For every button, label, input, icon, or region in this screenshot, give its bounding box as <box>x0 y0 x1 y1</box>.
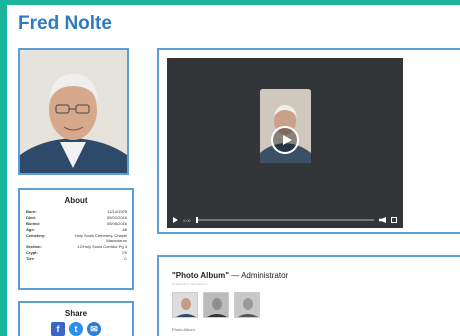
video-progress-bar[interactable] <box>195 217 374 223</box>
about-row-section: Section: 12/Holy Souls Corridor Pg 3 <box>26 244 127 249</box>
twitter-icon[interactable]: t <box>69 322 83 336</box>
volume-icon[interactable] <box>379 217 386 223</box>
play-icon[interactable] <box>271 126 299 154</box>
photo-album-panel: "Photo Album" — Administrator Relationsh… <box>157 255 460 336</box>
control-play-icon[interactable] <box>173 217 178 223</box>
album-caption: Photo Album <box>172 327 195 332</box>
about-row-tier: Tier: C <box>26 256 127 261</box>
album-photo[interactable] <box>234 292 260 318</box>
about-heading: About <box>64 196 88 205</box>
album-name: "Photo Album" <box>172 271 230 280</box>
album-title: "Photo Album" — Administrator <box>172 271 288 280</box>
video-player[interactable]: 0:00 <box>167 58 403 228</box>
album-photo[interactable] <box>172 292 198 318</box>
video-time: 0:00 <box>183 217 191 223</box>
fullscreen-icon[interactable] <box>391 217 397 223</box>
about-row-cemetery: Cemetery: Holy Souls Cemetery, Chapel Mau… <box>26 233 127 243</box>
portrait-photo[interactable] <box>18 48 129 175</box>
email-icon[interactable]: ✉ <box>87 322 101 336</box>
album-subtitle: Relationship: Administrator <box>172 282 208 286</box>
album-photo[interactable] <box>203 292 229 318</box>
about-panel: About Born: 11/14/1929 Died: 05/02/2016 Bu… <box>18 188 134 290</box>
share-panel: Share f t ✉ <box>18 301 134 336</box>
page-title: Fred Nolte <box>18 13 112 34</box>
album-author: — Administrator <box>231 271 289 280</box>
memorial-page: Fred Nolte About Born: 11/14/1929 Died: 05… <box>7 5 460 336</box>
video-controls: 0:00 <box>167 212 403 228</box>
video-panel: 0:00 <box>157 48 460 234</box>
facebook-icon[interactable]: f <box>51 322 65 336</box>
share-heading: Share <box>64 309 88 318</box>
